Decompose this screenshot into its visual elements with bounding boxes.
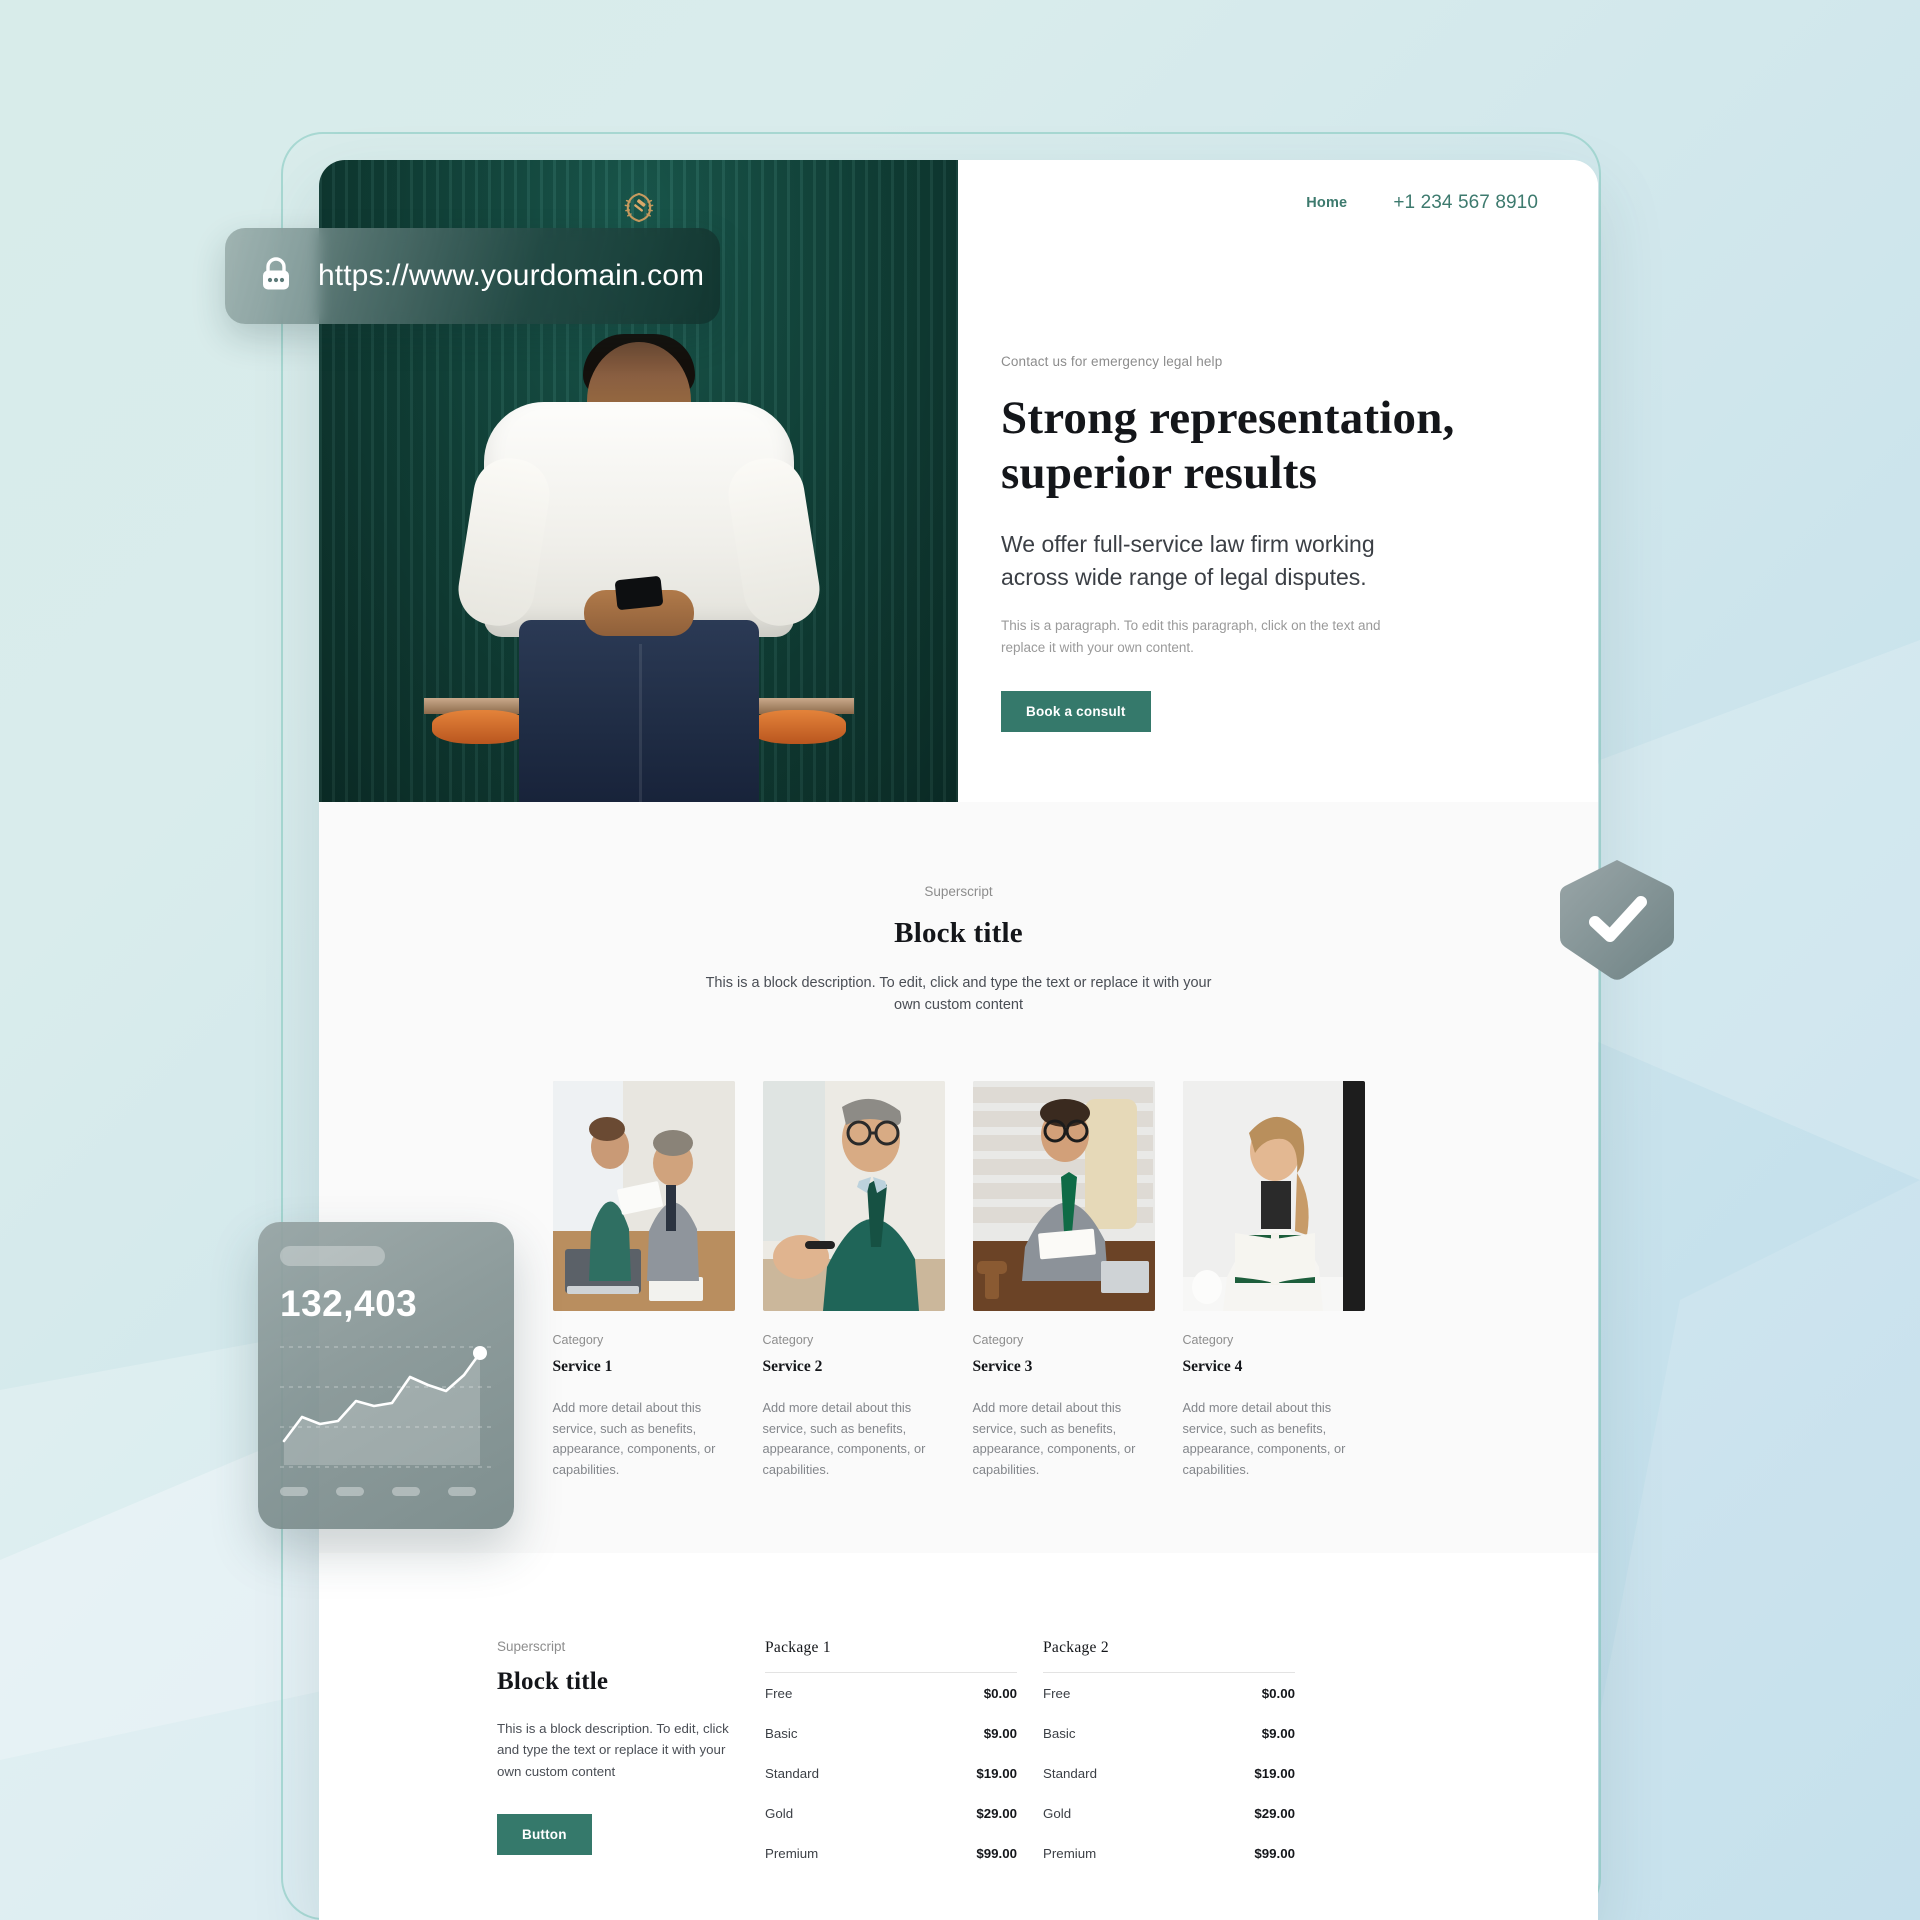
pricing-row: Standard $19.00	[1043, 1753, 1295, 1793]
pricing-row: Gold $29.00	[1043, 1793, 1295, 1833]
pricing-package-name: Package 1	[765, 1638, 831, 1656]
book-a-consult-button[interactable]: Book a consult	[1001, 690, 1151, 732]
url-text: https://www.yourdomain.com	[318, 259, 705, 292]
pricing-tier: Gold	[765, 1805, 794, 1821]
pricing-tier: Standard	[765, 1765, 819, 1781]
service-card-category: Category	[552, 1332, 604, 1347]
pricing-superscript: Superscript	[497, 1638, 566, 1654]
service-card-category: Category	[762, 1332, 814, 1347]
stats-card-value: 132,403	[280, 1283, 418, 1324]
service-card-description: Add more detail about this service, such…	[972, 1399, 1136, 1478]
pricing-amount: $0.00	[1261, 1685, 1295, 1701]
browser-url-bar[interactable]: https://www.yourdomain.com	[225, 228, 720, 324]
pricing-amount: $9.00	[983, 1725, 1017, 1741]
hero-heading-line-2: superior results	[1001, 447, 1318, 500]
pricing-tier: Gold	[1043, 1805, 1072, 1821]
hero-content: Home +1 234 567 8910 Contact us for emer…	[958, 160, 1598, 802]
pricing-amount: $19.00	[976, 1765, 1017, 1781]
pricing-package: Package 1 Free $0.00 Basic $9.00 Standar…	[765, 1639, 1017, 1873]
stats-card: 132,403	[258, 1222, 514, 1529]
service-card[interactable]: Category Service 3 Add more detail about…	[972, 1080, 1155, 1481]
hero-person-illustration	[423, 272, 854, 802]
pricing-amount: $29.00	[1254, 1805, 1295, 1821]
pricing-button[interactable]: Button	[497, 1814, 592, 1856]
pricing-amount: $29.00	[976, 1805, 1017, 1821]
pricing-section: Superscript Block title This is a block …	[319, 1552, 1598, 1920]
stats-card-chart	[280, 1341, 492, 1477]
pricing-amount: $0.00	[983, 1685, 1017, 1701]
hero-eyebrow: Contact us for emergency legal help	[1001, 354, 1223, 369]
service-card-title: Service 3	[972, 1357, 1033, 1375]
pricing-row: Premium $99.00	[765, 1833, 1017, 1873]
pricing-row: Premium $99.00	[1043, 1833, 1295, 1873]
hero-heading: Strong representation, superior results	[1001, 391, 1560, 502]
service-card-image	[1182, 1080, 1365, 1311]
pricing-tier: Basic	[1043, 1725, 1076, 1741]
pricing-amount: $99.00	[976, 1845, 1017, 1861]
service-card[interactable]: Category Service 1 Add more detail about…	[552, 1080, 735, 1481]
stats-card-title-placeholder	[280, 1246, 385, 1266]
pricing-description: This is a block description. To edit, cl…	[497, 1720, 729, 1779]
stats-card-legend	[280, 1487, 492, 1496]
pricing-row: Free $0.00	[1043, 1673, 1295, 1713]
nav-phone-number[interactable]: +1 234 567 8910	[1393, 192, 1538, 214]
service-card-title: Service 1	[552, 1357, 613, 1375]
pricing-row: Standard $19.00	[765, 1753, 1017, 1793]
lock-icon	[259, 255, 293, 298]
service-card-description: Add more detail about this service, such…	[1182, 1399, 1346, 1478]
hero-subheading: We offer full-service law firm working a…	[1001, 530, 1375, 590]
service-card[interactable]: Category Service 2 Add more detail about…	[762, 1080, 945, 1481]
pricing-amount: $19.00	[1254, 1765, 1295, 1781]
hero-heading-line-1: Strong representation,	[1001, 392, 1455, 444]
service-card-image	[762, 1080, 945, 1311]
site-nav: Home +1 234 567 8910	[996, 160, 1560, 214]
service-card-category: Category	[1182, 1332, 1234, 1347]
pricing-tier: Basic	[765, 1725, 798, 1741]
pricing-amount: $9.00	[1261, 1725, 1295, 1741]
pricing-intro: Superscript Block title This is a block …	[497, 1639, 739, 1873]
pricing-tier: Premium	[1043, 1845, 1097, 1861]
service-card-title: Service 2	[762, 1357, 823, 1375]
pricing-title: Block title	[497, 1667, 609, 1695]
service-card-description: Add more detail about this service, such…	[552, 1399, 716, 1478]
pricing-tier: Free	[1043, 1685, 1071, 1701]
pricing-row: Basic $9.00	[765, 1713, 1017, 1753]
legend-swatch	[448, 1487, 476, 1496]
pricing-amount: $99.00	[1254, 1845, 1295, 1861]
pricing-package: Package 2 Free $0.00 Basic $9.00 Standar…	[1043, 1639, 1295, 1873]
legend-swatch	[392, 1487, 420, 1496]
service-card-category: Category	[972, 1332, 1024, 1347]
pricing-row: Basic $9.00	[1043, 1713, 1295, 1753]
services-superscript: Superscript	[924, 884, 993, 899]
service-card-image	[552, 1080, 735, 1311]
services-title: Block title	[894, 917, 1023, 949]
browser-window: Home +1 234 567 8910 Contact us for emer…	[319, 160, 1598, 1920]
legend-swatch	[280, 1487, 308, 1496]
hero-paragraph: This is a paragraph. To edit this paragr…	[1001, 618, 1381, 656]
pricing-row: Free $0.00	[765, 1673, 1017, 1713]
nav-item-home[interactable]: Home	[1306, 195, 1347, 211]
shield-check-icon	[1553, 856, 1681, 984]
laurel-wreath-gavel-crest-icon	[619, 188, 659, 233]
pricing-package-name: Package 2	[1043, 1638, 1109, 1656]
pricing-tier: Premium	[765, 1845, 819, 1861]
services-description: This is a block description. To edit, cl…	[705, 975, 1212, 1014]
service-card-title: Service 4	[1182, 1357, 1243, 1375]
legend-swatch	[336, 1487, 364, 1496]
service-card-image	[972, 1080, 1155, 1311]
service-card[interactable]: Category Service 4 Add more detail about…	[1182, 1080, 1365, 1481]
pricing-tier: Free	[765, 1685, 793, 1701]
pricing-row: Gold $29.00	[765, 1793, 1017, 1833]
pricing-tier: Standard	[1043, 1765, 1097, 1781]
service-card-description: Add more detail about this service, such…	[762, 1399, 926, 1478]
